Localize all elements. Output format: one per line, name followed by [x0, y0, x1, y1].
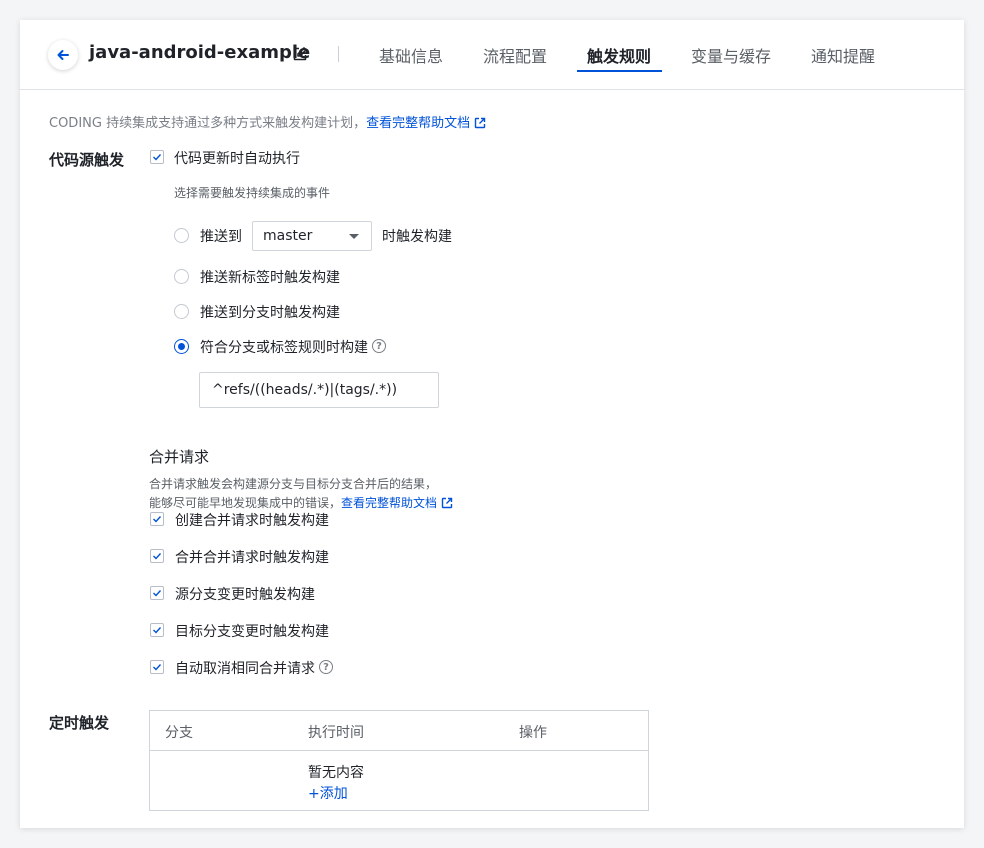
- caret-down-icon: [349, 234, 359, 239]
- column-header-branch: 分支: [165, 725, 193, 741]
- help-circle-icon[interactable]: ?: [319, 660, 333, 674]
- match-rule-label: 符合分支或标签规则时构建: [200, 340, 368, 356]
- column-header-actions: 操作: [519, 725, 547, 741]
- events-hint: 选择需要触发持续集成的事件: [174, 186, 331, 200]
- push-new-tag-label: 推送新标签时触发构建: [200, 270, 340, 286]
- schedule-table: 分支 执行时间 操作 暂无内容 +添加: [149, 710, 649, 811]
- push-to-suffix: 时触发构建: [382, 229, 452, 245]
- edit-icon[interactable]: [292, 46, 308, 62]
- add-schedule-button[interactable]: +添加: [308, 783, 348, 803]
- check-icon: [153, 664, 162, 671]
- mr-target-change-checkbox[interactable]: [150, 623, 164, 637]
- mr-create-label: 创建合并请求时触发构建: [175, 513, 329, 529]
- check-icon: [153, 627, 162, 634]
- intro-description: CODING 持续集成支持通过多种方式来触发构建计划，: [49, 116, 367, 131]
- external-link-icon: [441, 497, 453, 509]
- radio-match-rule[interactable]: [174, 339, 189, 354]
- merge-help-link[interactable]: 查看完整帮助文档: [341, 496, 453, 510]
- help-circle-icon[interactable]: ?: [372, 339, 386, 353]
- push-to-any-branch-label: 推送到分支时触发构建: [200, 305, 340, 321]
- rule-input[interactable]: [199, 372, 439, 408]
- merge-request-title: 合并请求: [149, 448, 210, 466]
- tab-variables-cache[interactable]: 变量与缓存: [691, 43, 771, 67]
- branch-select-value: master: [263, 228, 313, 244]
- radio-push-to-branch[interactable]: [174, 228, 189, 243]
- empty-state-text: 暂无内容: [308, 765, 364, 781]
- intro-help-link[interactable]: 查看完整帮助文档: [366, 116, 486, 131]
- back-button[interactable]: [48, 40, 78, 70]
- trigger-settings-card: java-android-example 基础信息 流程配置 触发规则 变量与缓…: [20, 20, 964, 828]
- page-title: java-android-example: [89, 42, 311, 63]
- mr-auto-cancel-checkbox[interactable]: [150, 660, 164, 674]
- merge-request-desc-text: 能够尽可能早地发现集成中的错误，: [149, 496, 342, 510]
- schedule-label: 定时触发: [49, 714, 110, 732]
- check-icon: [153, 516, 162, 523]
- external-link-icon: [474, 117, 486, 129]
- merge-help-link-label: 查看完整帮助文档: [341, 496, 438, 510]
- page-header: java-android-example 基础信息 流程配置 触发规则 变量与缓…: [20, 20, 964, 90]
- mr-auto-cancel-label: 自动取消相同合并请求: [175, 661, 315, 677]
- check-icon: [153, 553, 162, 560]
- radio-push-new-tag[interactable]: [174, 269, 189, 284]
- branch-select[interactable]: master: [252, 221, 372, 251]
- code-source-label: 代码源触发: [49, 151, 125, 169]
- mr-source-change-checkbox[interactable]: [150, 586, 164, 600]
- intro-help-link-label: 查看完整帮助文档: [366, 116, 471, 131]
- mr-merge-checkbox[interactable]: [150, 549, 164, 563]
- header-divider: [338, 46, 339, 62]
- radio-push-to-any-branch[interactable]: [174, 304, 189, 319]
- mr-target-change-label: 目标分支变更时触发构建: [175, 624, 329, 640]
- intro-text: CODING 持续集成支持通过多种方式来触发构建计划，查看完整帮助文档: [49, 112, 486, 131]
- auto-run-checkbox[interactable]: [150, 150, 164, 164]
- active-tab-indicator: [577, 70, 662, 72]
- tab-basic-info[interactable]: 基础信息: [379, 43, 443, 67]
- merge-request-desc-line1: 合并请求触发会构建源分支与目标分支合并后的结果，: [149, 477, 438, 491]
- mr-merge-label: 合并合并请求时触发构建: [175, 550, 329, 566]
- arrow-left-icon: [57, 50, 69, 60]
- check-icon: [153, 590, 162, 597]
- tab-notifications[interactable]: 通知提醒: [811, 43, 875, 67]
- column-header-time: 执行时间: [308, 725, 364, 741]
- mr-create-checkbox[interactable]: [150, 512, 164, 526]
- auto-run-label: 代码更新时自动执行: [174, 151, 300, 167]
- push-to-label: 推送到: [200, 229, 242, 245]
- schedule-table-header: 分支 执行时间 操作: [150, 711, 648, 751]
- tab-flow-config[interactable]: 流程配置: [483, 43, 547, 67]
- mr-source-change-label: 源分支变更时触发构建: [175, 587, 315, 603]
- check-icon: [153, 154, 162, 161]
- tab-trigger-rules[interactable]: 触发规则: [587, 43, 651, 67]
